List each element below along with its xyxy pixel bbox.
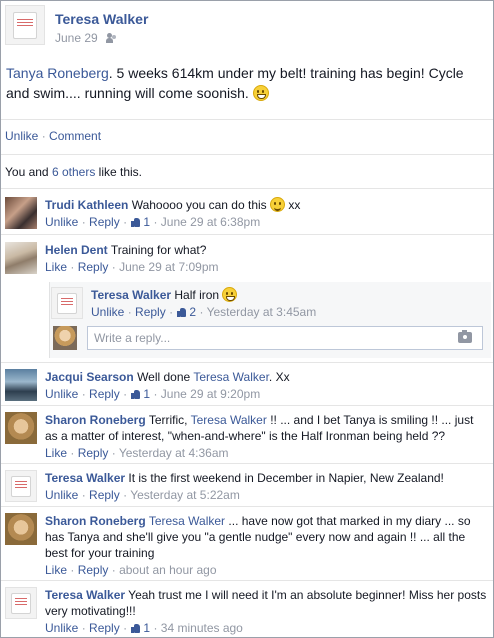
comment-time-link[interactable]: June 29 at 7:09pm xyxy=(119,260,218,274)
post-actions: Unlike · Comment xyxy=(5,129,101,143)
tagged-user-link[interactable]: Tanya Roneberg xyxy=(6,65,109,81)
comment-time-link[interactable]: about an hour ago xyxy=(119,563,216,577)
comment-time-link[interactable]: June 29 at 9:20pm xyxy=(161,387,260,401)
comment-time-link[interactable]: Yesterday at 5:22am xyxy=(130,488,240,502)
reply-link[interactable]: Reply xyxy=(89,488,120,502)
comment-likes-link[interactable]: 1 xyxy=(130,387,150,401)
reply-avatar-wrap xyxy=(53,326,83,350)
current-user-avatar xyxy=(53,326,77,350)
comment-likes-link[interactable]: 2 xyxy=(176,305,196,319)
comment-time-link[interactable]: Yesterday at 3:45am xyxy=(207,305,317,319)
comment-likes-count: 2 xyxy=(189,305,197,319)
reply-link[interactable]: Reply xyxy=(78,260,109,274)
likes-you-text: You and xyxy=(5,165,52,179)
divider xyxy=(1,463,493,464)
divider xyxy=(1,234,493,235)
divider xyxy=(1,580,493,581)
commenter-avatar[interactable] xyxy=(5,587,37,619)
reply-link[interactable]: Reply xyxy=(89,387,120,401)
like-comment-link[interactable]: Like xyxy=(45,446,67,460)
comment-text: It is the first weekend in December in N… xyxy=(128,471,444,485)
comment-text: Terrific, xyxy=(148,413,191,427)
divider xyxy=(1,405,493,406)
commenter-avatar[interactable] xyxy=(5,470,37,502)
unlike-comment-link[interactable]: Unlike xyxy=(91,305,124,319)
comment-text: Wahoooo you can do this xyxy=(131,198,267,212)
reply-link[interactable]: Reply xyxy=(89,215,120,229)
comment-text: Training for what? xyxy=(110,243,207,257)
commenter-avatar[interactable] xyxy=(5,242,37,274)
commenter-name-link[interactable]: Teresa Walker xyxy=(45,588,125,602)
mention-link[interactable]: Teresa Walker xyxy=(149,514,225,528)
mention-link[interactable]: Teresa Walker xyxy=(193,370,269,384)
post-meta: June 29 xyxy=(55,31,118,45)
like-comment-link[interactable]: Like xyxy=(45,260,67,274)
post-frame: Teresa Walker June 29 Tanya Roneberg. 5 … xyxy=(0,0,494,638)
reply-placeholder: Write a reply... xyxy=(94,331,171,345)
post-date-link[interactable]: June 29 xyxy=(55,31,98,45)
commenter-name-link[interactable]: Teresa Walker xyxy=(45,471,125,485)
commenter-avatar[interactable] xyxy=(5,412,37,444)
post-text: Tanya Roneberg. 5 weeks 614km under my b… xyxy=(6,63,486,103)
friends-icon[interactable] xyxy=(105,33,118,43)
comment-text-tail: . Xx xyxy=(268,370,290,384)
comment-likes-link[interactable]: 1 xyxy=(130,621,150,635)
comment-text-tail: xx xyxy=(285,198,301,212)
commenter-name-link[interactable]: Helen Dent xyxy=(45,243,108,257)
grin-emoji-icon xyxy=(222,287,238,302)
commenter-name-link[interactable]: Sharon Roneberg xyxy=(45,413,146,427)
comment-likes-count: 1 xyxy=(143,621,151,635)
comment-time-link[interactable]: June 29 at 6:38pm xyxy=(161,215,260,229)
commenter-name-link[interactable]: Teresa Walker xyxy=(91,288,171,302)
camera-icon[interactable] xyxy=(458,330,472,343)
unlike-link[interactable]: Unlike xyxy=(5,129,38,143)
others-likes-link[interactable]: 6 others xyxy=(52,165,95,179)
divider xyxy=(1,362,493,363)
divider xyxy=(1,154,493,155)
unlike-comment-link[interactable]: Unlike xyxy=(45,215,78,229)
commenter-name-link[interactable]: Jacqui Searson xyxy=(45,370,134,384)
comment-time-link[interactable]: 34 minutes ago xyxy=(161,621,243,635)
likes-summary: You and 6 others like this. xyxy=(5,165,142,179)
unlike-comment-link[interactable]: Unlike xyxy=(45,387,78,401)
separator: · xyxy=(41,129,46,143)
post-header: Teresa Walker June 29 xyxy=(5,5,485,49)
unlike-comment-link[interactable]: Unlike xyxy=(45,488,78,502)
divider xyxy=(1,506,493,507)
commenter-avatar[interactable] xyxy=(5,369,37,401)
poster-name-link[interactable]: Teresa Walker xyxy=(55,11,148,27)
comment-likes-count: 1 xyxy=(143,215,151,229)
comment-text: Half iron xyxy=(174,288,220,302)
grin-emoji-icon xyxy=(252,85,269,101)
unlike-comment-link[interactable]: Unlike xyxy=(45,621,78,635)
reply-link[interactable]: Reply xyxy=(78,446,109,460)
thumbs-up-icon xyxy=(177,307,187,317)
reply-link[interactable]: Reply xyxy=(89,621,120,635)
commenter-avatar[interactable] xyxy=(5,197,37,229)
reply-input[interactable]: Write a reply... xyxy=(87,326,483,350)
like-comment-link[interactable]: Like xyxy=(45,563,67,577)
comment-time-link[interactable]: Yesterday at 4:36am xyxy=(119,446,229,460)
commenter-name-link[interactable]: Sharon Roneberg xyxy=(45,514,146,528)
likes-suffix-text: like this. xyxy=(95,165,142,179)
comment-link[interactable]: Comment xyxy=(49,129,101,143)
comment-likes-link[interactable]: 1 xyxy=(130,215,150,229)
thumbs-up-icon xyxy=(131,217,141,227)
divider xyxy=(1,188,493,189)
mention-link[interactable]: Teresa Walker xyxy=(191,413,267,427)
thumbs-up-icon xyxy=(131,389,141,399)
smile-emoji-icon xyxy=(270,197,286,212)
reply-link[interactable]: Reply xyxy=(135,305,166,319)
commenter-avatar[interactable] xyxy=(5,513,37,545)
reply-link[interactable]: Reply xyxy=(78,563,109,577)
poster-avatar[interactable] xyxy=(5,5,45,45)
commenter-avatar[interactable] xyxy=(51,287,83,319)
comment-likes-count: 1 xyxy=(143,387,151,401)
commenter-name-link[interactable]: Trudi Kathleen xyxy=(45,198,128,212)
thumbs-up-icon xyxy=(131,623,141,633)
divider xyxy=(1,119,493,120)
comment-text: Well done xyxy=(137,370,194,384)
